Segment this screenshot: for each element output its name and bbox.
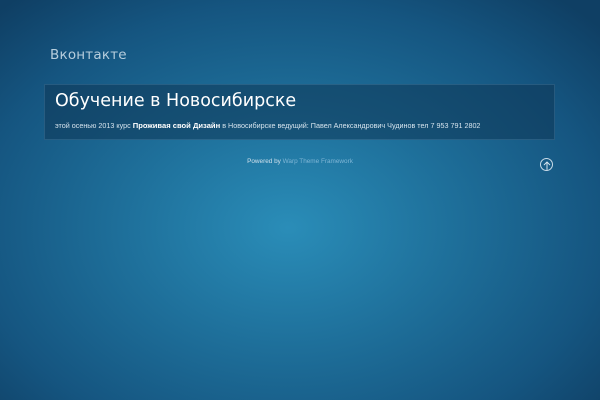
article-text-before: этой осенью 2013 курс — [55, 121, 133, 130]
powered-by-text: Powered by — [247, 158, 283, 165]
arrow-up-icon — [543, 161, 551, 170]
course-name: Проживая свой Дизайн — [132, 121, 221, 130]
vkontakte-link[interactable]: Вконтакте — [50, 47, 127, 63]
article-text-after: в Новосибирске ведущий: Павел Александро… — [220, 121, 481, 130]
scroll-to-top-button[interactable] — [540, 158, 553, 171]
footer: Powered by Warp Theme Framework — [0, 158, 600, 165]
article-panel: Обучение в Новосибирске этой осенью 2013… — [44, 84, 555, 140]
article-title: Обучение в Новосибирске — [55, 91, 297, 111]
warp-framework-link[interactable]: Warp Theme Framework — [283, 158, 353, 165]
article-text: этой осенью 2013 курс Проживая свой Диза… — [55, 121, 480, 130]
